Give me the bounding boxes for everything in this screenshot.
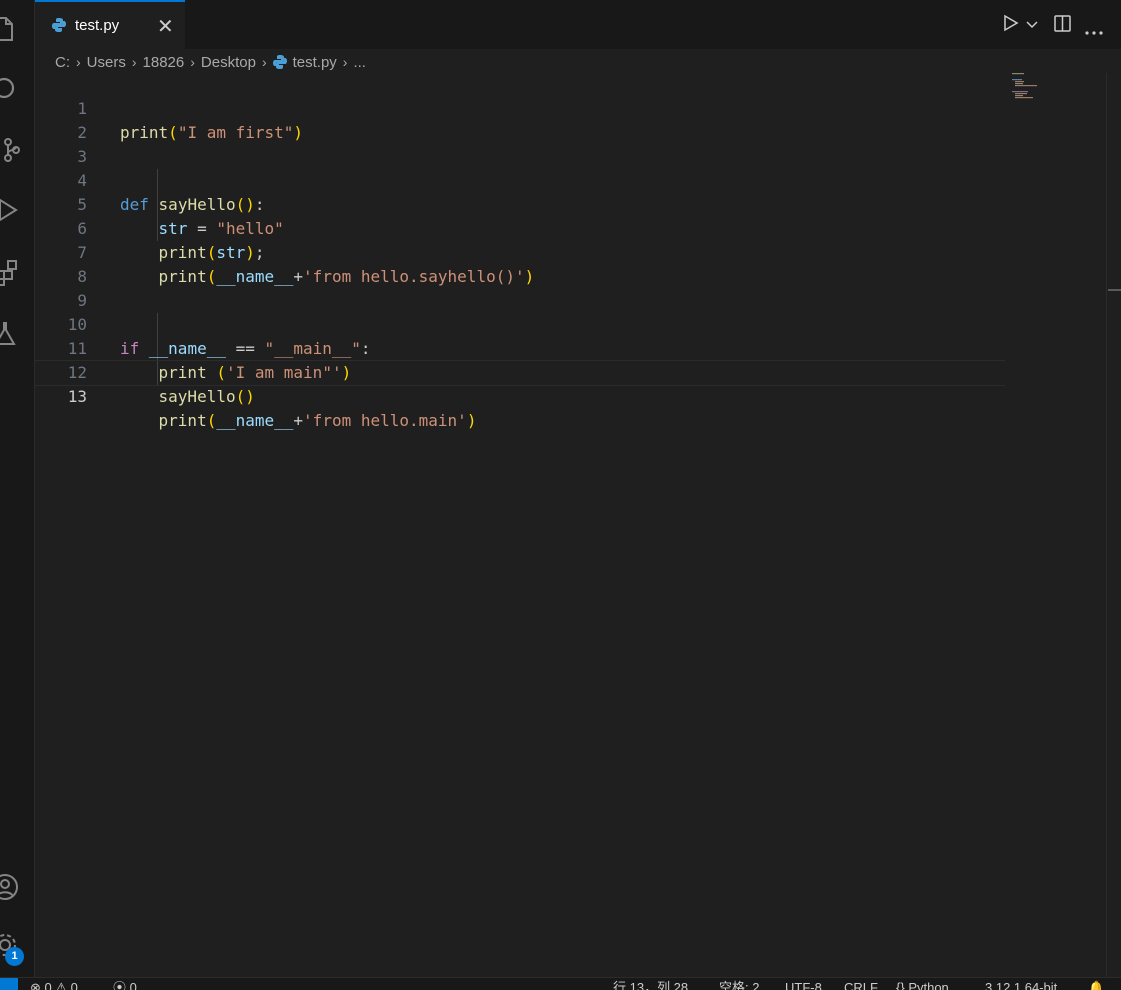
chevron-right-icon: › — [131, 54, 137, 70]
breadcrumb-item[interactable]: Users — [87, 54, 126, 71]
code-line[interactable]: 11 print ('I am main"') — [35, 313, 1005, 382]
breadcrumb-item[interactable]: C: — [55, 54, 70, 71]
tab-test-py[interactable]: test.py ✕ — [35, 0, 185, 49]
extensions-icon[interactable] — [0, 257, 20, 287]
tab-label: test.py — [75, 17, 120, 34]
broadcast-icon: ⦿ — [113, 980, 127, 990]
error-count: 0 — [44, 980, 52, 990]
code-line-current[interactable]: 13 print(__name__+'from hello.main') — [35, 360, 1005, 430]
language-label: Python — [908, 980, 949, 990]
breadcrumb: C: › Users › 18826 › Desktop › test.py ›… — [55, 51, 366, 73]
cursor-position[interactable]: 行 13，列 28 — [613, 978, 688, 990]
search-icon[interactable] — [0, 74, 20, 104]
code-line[interactable]: 3 — [35, 121, 1005, 166]
code-line[interactable]: 10 if __name__ == "__main__": — [35, 289, 1005, 358]
breadcrumb-item[interactable]: test.py — [293, 54, 337, 71]
code-line[interactable]: 5 str = "hello" — [35, 169, 1005, 238]
code-line[interactable]: 9 — [35, 265, 1005, 310]
cursor-position-marker — [1108, 289, 1121, 291]
code-text: print(__name__+'from hello.main') — [158, 411, 477, 430]
code-line[interactable]: 2 — [35, 97, 1005, 142]
minimap[interactable] — [1012, 73, 1062, 103]
error-icon: ⊗ — [30, 980, 41, 990]
code-line[interactable]: 8 — [35, 241, 1005, 286]
notifications-icon[interactable]: 🔔 — [1088, 978, 1104, 990]
run-python-file-button[interactable] — [1003, 14, 1019, 37]
explorer-icon[interactable] — [0, 14, 20, 44]
source-control-icon[interactable] — [0, 136, 20, 166]
code-line[interactable]: 6 print(str); — [35, 193, 1005, 262]
close-icon[interactable]: ✕ — [157, 14, 174, 39]
more-actions-icon[interactable] — [1085, 22, 1103, 40]
eol-status[interactable]: CRLF — [844, 978, 878, 990]
python-file-icon — [52, 17, 66, 38]
status-bar: ⊗ 0 ⚠ 0 ⦿ 0 行 13，列 28 空格: 2 UTF-8 CRLF {… — [0, 977, 1121, 990]
vertical-scrollbar[interactable] — [1106, 73, 1121, 977]
indentation-status[interactable]: 空格: 2 — [719, 978, 759, 990]
ports-status[interactable]: ⦿ 0 — [113, 978, 137, 990]
errors-status[interactable]: ⊗ 0 ⚠ 0 — [30, 978, 78, 990]
code-text: sayHello() — [158, 387, 255, 406]
chevron-right-icon: › — [342, 54, 348, 70]
python-file-icon — [272, 54, 287, 70]
code-editor[interactable]: 1 print("I am first") 2 3 4 def sayHello… — [35, 73, 1105, 977]
code-line[interactable]: 7 print(__name__+'from hello.sayhello()'… — [35, 217, 1005, 286]
split-editor-icon[interactable] — [1054, 15, 1071, 37]
settings-badge: 1 — [5, 947, 24, 966]
warning-count: 0 — [70, 980, 78, 990]
encoding-status[interactable]: UTF-8 — [785, 978, 822, 990]
chevron-right-icon: › — [76, 54, 81, 70]
run-debug-icon[interactable] — [0, 196, 20, 226]
braces-icon: {} — [896, 980, 905, 990]
language-mode[interactable]: {} Python — [896, 978, 949, 990]
breadcrumb-item[interactable]: 18826 — [143, 54, 185, 71]
chevron-right-icon: › — [261, 54, 267, 70]
account-icon[interactable] — [0, 872, 20, 902]
code-line[interactable]: 12 sayHello() — [35, 337, 1005, 406]
chevron-right-icon: › — [190, 54, 195, 70]
breadcrumb-item[interactable]: ... — [353, 54, 366, 71]
tab-bar: test.py ✕ — [35, 0, 1121, 49]
testing-icon[interactable] — [0, 318, 20, 348]
python-interpreter[interactable]: 3.12.1 64-bit — [985, 978, 1057, 990]
code-line[interactable]: 4 def sayHello(): — [35, 145, 1005, 214]
breadcrumb-item[interactable]: Desktop — [201, 54, 256, 71]
warning-icon: ⚠ — [55, 980, 68, 990]
remote-indicator-button[interactable] — [0, 978, 18, 990]
chevron-down-icon[interactable] — [1026, 17, 1038, 35]
code-line[interactable]: 1 print("I am first") — [35, 73, 1005, 142]
line-number: 13 — [67, 387, 87, 406]
ports-count: 0 — [129, 980, 137, 990]
activity-bar: 1 — [0, 0, 35, 978]
